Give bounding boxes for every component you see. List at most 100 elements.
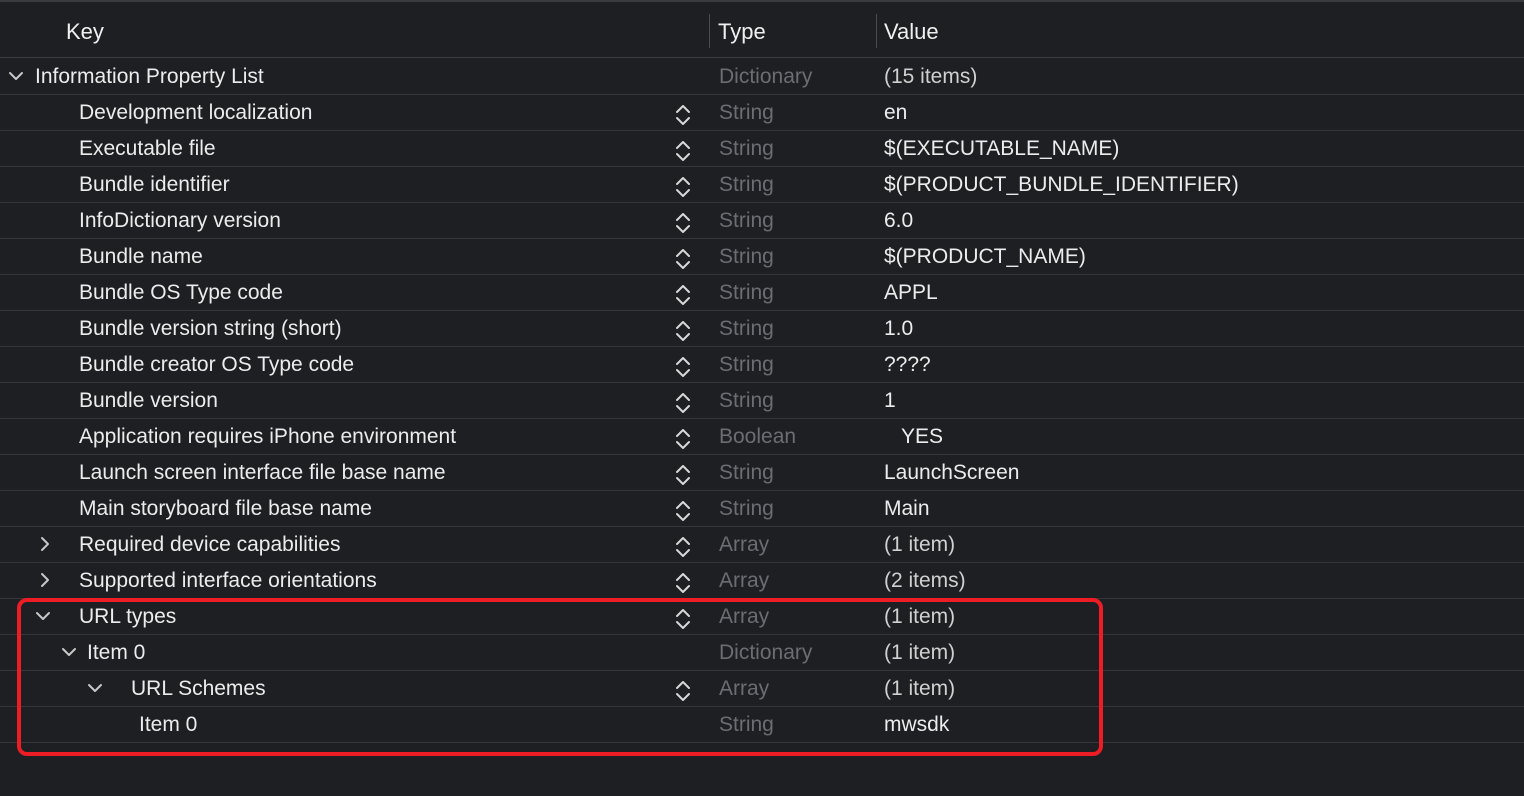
row-type[interactable]: Dictionary [719, 635, 812, 671]
table-row-url-schemes[interactable]: URL Schemes Array (1 item) [0, 671, 1524, 707]
table-row[interactable]: Bundle identifier String $(PRODUCT_BUNDL… [0, 167, 1524, 203]
row-key[interactable]: Bundle OS Type code [79, 275, 283, 311]
row-value[interactable]: 6.0 [884, 203, 913, 239]
stepper-icon[interactable] [674, 355, 692, 379]
row-key[interactable]: URL Schemes [131, 671, 266, 707]
row-type[interactable]: String [719, 167, 774, 203]
stepper-icon[interactable] [674, 427, 692, 451]
row-value: (1 item) [884, 641, 956, 664]
row-value[interactable]: 1 [884, 383, 896, 419]
row-value: (2 items) [884, 569, 966, 592]
row-type[interactable]: String [719, 455, 774, 491]
row-type[interactable]: String [719, 311, 774, 347]
table-row-item[interactable]: Item 0 Dictionary (1 item) [0, 635, 1524, 671]
row-type[interactable]: Array [719, 563, 769, 599]
chevron-down-icon[interactable] [8, 68, 24, 84]
row-value[interactable]: LaunchScreen [884, 455, 1019, 491]
table-row[interactable]: Supported interface orientations Array (… [0, 563, 1524, 599]
table-row[interactable]: Development localization String en [0, 95, 1524, 131]
row-type[interactable]: Array [719, 671, 769, 707]
row-type[interactable]: String [719, 707, 774, 743]
table-row[interactable]: InfoDictionary version String 6.0 [0, 203, 1524, 239]
row-type[interactable]: String [719, 491, 774, 527]
stepper-icon[interactable] [674, 319, 692, 343]
row-key[interactable]: Information Property List [35, 59, 264, 95]
row-type[interactable]: String [719, 239, 774, 275]
table-row[interactable]: Executable file String $(EXECUTABLE_NAME… [0, 131, 1524, 167]
table-row-url-types[interactable]: URL types Array (1 item) [0, 599, 1524, 635]
value-column-header[interactable]: Value [884, 0, 939, 58]
row-type[interactable]: Array [719, 599, 769, 635]
stepper-icon[interactable] [674, 175, 692, 199]
row-key[interactable]: Bundle name [79, 239, 203, 275]
row-key[interactable]: Executable file [79, 131, 216, 167]
row-key[interactable]: URL types [79, 599, 176, 635]
row-key[interactable]: Bundle identifier [79, 167, 230, 203]
row-key[interactable]: Bundle version string (short) [79, 311, 342, 347]
stepper-icon[interactable] [674, 283, 692, 307]
row-value[interactable]: en [884, 95, 907, 131]
stepper-icon[interactable] [674, 607, 692, 631]
table-row[interactable]: Bundle creator OS Type code String ???? [0, 347, 1524, 383]
row-key[interactable]: Required device capabilities [79, 527, 341, 563]
stepper-icon[interactable] [674, 103, 692, 127]
table-row[interactable]: Bundle OS Type code String APPL [0, 275, 1524, 311]
row-value[interactable]: 1.0 [884, 311, 913, 347]
column-divider[interactable] [876, 14, 877, 48]
column-divider[interactable] [709, 14, 710, 48]
stepper-icon[interactable] [674, 247, 692, 271]
stepper-icon[interactable] [674, 679, 692, 703]
row-value[interactable]: $(PRODUCT_NAME) [884, 239, 1086, 275]
row-type[interactable]: String [719, 383, 774, 419]
stepper-icon[interactable] [674, 463, 692, 487]
column-header: Key Type Value [0, 0, 1524, 58]
table-row[interactable]: Bundle version String 1 [0, 383, 1524, 419]
row-value[interactable]: APPL [884, 275, 938, 311]
table-row[interactable]: Bundle name String $(PRODUCT_NAME) [0, 239, 1524, 275]
chevron-right-icon[interactable] [37, 536, 53, 552]
row-type[interactable]: Array [719, 527, 769, 563]
table-row[interactable]: Launch screen interface file base name S… [0, 455, 1524, 491]
stepper-icon[interactable] [674, 571, 692, 595]
row-type[interactable]: Boolean [719, 419, 796, 455]
table-row[interactable]: Main storyboard file base name String Ma… [0, 491, 1524, 527]
row-key[interactable]: Item 0 [139, 707, 197, 743]
row-type[interactable]: String [719, 95, 774, 131]
row-type[interactable]: String [719, 203, 774, 239]
stepper-icon[interactable] [674, 391, 692, 415]
row-type[interactable]: String [719, 131, 774, 167]
chevron-down-icon[interactable] [61, 644, 77, 660]
row-value[interactable]: mwsdk [884, 707, 949, 743]
key-column-header[interactable]: Key [66, 0, 104, 58]
chevron-down-icon[interactable] [87, 680, 103, 696]
row-key[interactable]: Bundle creator OS Type code [79, 347, 354, 383]
table-row-scheme-item[interactable]: Item 0 String mwsdk [0, 707, 1524, 743]
type-column-header[interactable]: Type [718, 0, 766, 58]
stepper-icon[interactable] [674, 499, 692, 523]
row-key[interactable]: Development localization [79, 95, 312, 131]
row-type[interactable]: Dictionary [719, 59, 812, 95]
stepper-icon[interactable] [674, 139, 692, 163]
row-type[interactable]: String [719, 347, 774, 383]
chevron-down-icon[interactable] [35, 608, 51, 624]
row-value[interactable]: $(PRODUCT_BUNDLE_IDENTIFIER) [884, 167, 1239, 203]
row-key[interactable]: Launch screen interface file base name [79, 455, 446, 491]
row-key[interactable]: InfoDictionary version [79, 203, 281, 239]
table-row[interactable]: Application requires iPhone environment … [0, 419, 1524, 455]
table-row[interactable]: Required device capabilities Array (1 it… [0, 527, 1524, 563]
boolean-value-popup[interactable]: YES [901, 419, 943, 455]
table-row[interactable]: Bundle version string (short) String 1.0 [0, 311, 1524, 347]
row-value[interactable]: Main [884, 491, 930, 527]
row-value[interactable]: ???? [884, 347, 931, 383]
row-key[interactable]: Application requires iPhone environment [79, 419, 456, 455]
row-key[interactable]: Supported interface orientations [79, 563, 377, 599]
chevron-right-icon[interactable] [37, 572, 53, 588]
stepper-icon[interactable] [674, 211, 692, 235]
row-key[interactable]: Bundle version [79, 383, 218, 419]
row-key[interactable]: Main storyboard file base name [79, 491, 372, 527]
row-type[interactable]: String [719, 275, 774, 311]
row-value[interactable]: $(EXECUTABLE_NAME) [884, 131, 1119, 167]
table-row-root[interactable]: Information Property List Dictionary (15… [0, 59, 1524, 95]
stepper-icon[interactable] [674, 535, 692, 559]
row-key[interactable]: Item 0 [87, 635, 145, 671]
